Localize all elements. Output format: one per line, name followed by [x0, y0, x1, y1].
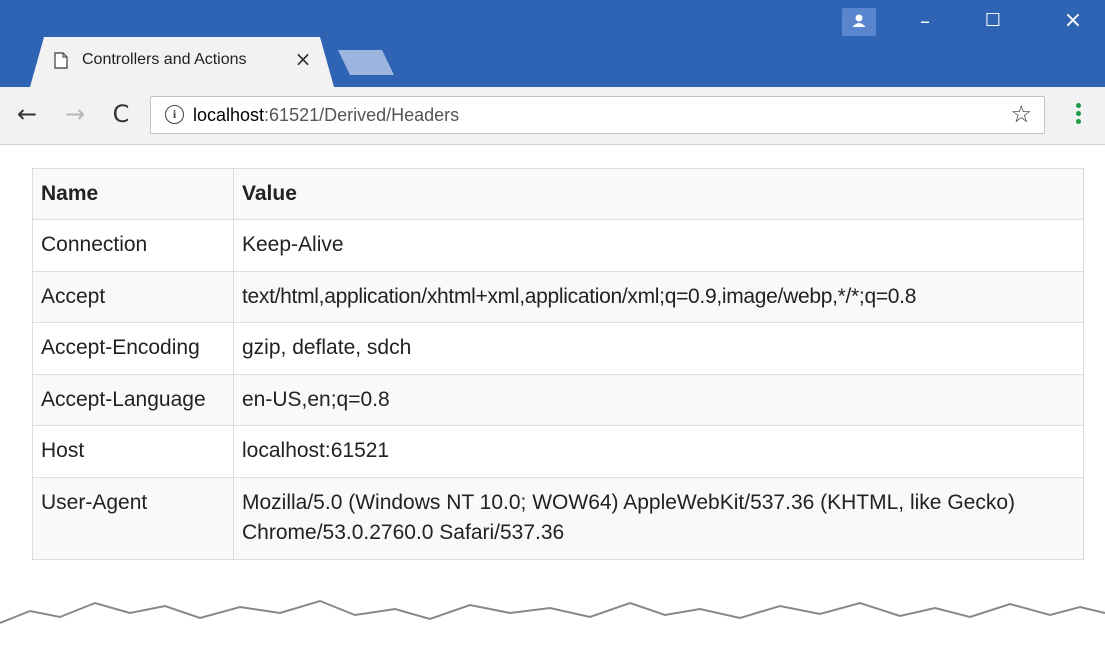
- table-row: User-Agent Mozilla/5.0 (Windows NT 10.0;…: [32, 476, 1084, 560]
- table-header-row: Name Value: [32, 167, 1084, 221]
- url-path: :61521/Derived/Headers: [264, 105, 460, 125]
- header-name: Connection: [32, 219, 234, 272]
- page-content: Name Value Connection Keep-Alive Accept …: [0, 145, 1105, 663]
- back-icon[interactable]: ←: [12, 99, 42, 129]
- header-value: Mozilla/5.0 (Windows NT 10.0; WOW64) App…: [233, 476, 1084, 560]
- header-value: Keep-Alive: [233, 219, 1084, 272]
- title-bar: Controllers and Actions × – ☐ ×: [0, 0, 1105, 87]
- maximize-icon[interactable]: ☐: [970, 4, 1016, 38]
- page-icon: [54, 52, 68, 69]
- table-row: Accept-Encoding gzip, deflate, sdch: [32, 322, 1084, 375]
- table-row: Host localhost:61521: [32, 425, 1084, 478]
- url-text[interactable]: localhost:61521/Derived/Headers: [193, 105, 459, 126]
- table-row: Accept-Language en-US,en;q=0.8: [32, 373, 1084, 427]
- profile-icon[interactable]: [842, 8, 876, 36]
- header-value: text/html,application/xhtml+xml,applicat…: [233, 270, 1084, 324]
- column-header-value: Value: [233, 167, 1084, 221]
- table-row: Connection Keep-Alive: [32, 219, 1084, 272]
- url-host: localhost: [193, 105, 265, 125]
- header-value: gzip, deflate, sdch: [233, 322, 1084, 375]
- torn-edge: [0, 599, 1105, 663]
- header-name: Accept: [32, 270, 234, 324]
- header-value: en-US,en;q=0.8: [233, 373, 1084, 427]
- column-header-name: Name: [32, 167, 234, 221]
- header-name: Accept-Encoding: [32, 322, 234, 375]
- header-name: Accept-Language: [32, 373, 234, 427]
- forward-icon[interactable]: →: [60, 99, 90, 129]
- headers-table: Name Value Connection Keep-Alive Accept …: [32, 167, 1084, 560]
- header-value: localhost:61521: [233, 425, 1084, 478]
- minimize-icon[interactable]: –: [902, 4, 948, 38]
- star-icon[interactable]: ☆: [1010, 100, 1032, 128]
- window-close-icon[interactable]: ×: [1050, 4, 1096, 38]
- close-icon[interactable]: ×: [292, 48, 314, 70]
- new-tab-button[interactable]: [338, 50, 394, 75]
- tab-controllers-and-actions[interactable]: Controllers and Actions ×: [30, 37, 334, 87]
- reload-icon[interactable]: C: [106, 99, 136, 129]
- browser-toolbar: ← → C i localhost:61521/Derived/Headers …: [0, 87, 1105, 145]
- info-icon[interactable]: i: [165, 105, 184, 124]
- address-bar[interactable]: i localhost:61521/Derived/Headers ☆: [150, 96, 1045, 134]
- tab-title: Controllers and Actions: [82, 51, 247, 68]
- header-name: User-Agent: [32, 476, 234, 560]
- table-row: Accept text/html,application/xhtml+xml,a…: [32, 270, 1084, 324]
- header-name: Host: [32, 425, 234, 478]
- menu-icon[interactable]: [1068, 103, 1088, 129]
